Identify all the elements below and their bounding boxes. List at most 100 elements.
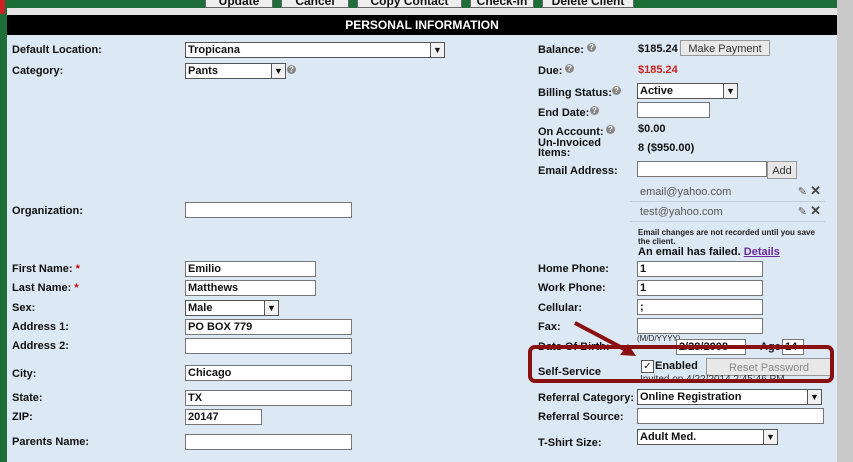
referral-category-value: Online Registration	[640, 391, 742, 403]
referral-source-input[interactable]	[637, 408, 824, 424]
address2-input[interactable]	[185, 338, 352, 354]
category-select[interactable]: Pants ▼	[185, 63, 286, 79]
first-name-label: First Name: *	[12, 263, 80, 275]
zip-label: ZIP:	[12, 411, 33, 423]
dob-hint: (M/D/YYYY)	[637, 334, 681, 343]
email-note-line2: the client.	[638, 237, 676, 246]
home-phone-input[interactable]: 1	[637, 261, 763, 277]
sex-select[interactable]: Male ▼	[185, 300, 279, 316]
question-circle-icon[interactable]: ?	[587, 43, 596, 52]
make-payment-button[interactable]: Make Payment	[680, 40, 770, 56]
on-account-value: $0.00	[638, 123, 666, 135]
close-icon[interactable]: ✕	[810, 183, 821, 199]
work-phone-label: Work Phone:	[538, 282, 606, 294]
balance-label: Balance:	[538, 44, 584, 56]
home-phone-label: Home Phone:	[538, 263, 609, 275]
red-marker	[0, 0, 5, 14]
category-value: Pants	[188, 65, 218, 77]
uninvoiced-label-line2: Items:	[538, 147, 571, 159]
tshirt-size-label: T-Shirt Size:	[538, 437, 602, 449]
uninvoiced-label: Un-Invoiced Items:	[538, 138, 601, 159]
email-failed-message: An email has failed. Details	[638, 246, 780, 258]
email-failed-text: An email has failed.	[638, 246, 741, 258]
cellular-input[interactable]: ;	[637, 299, 763, 315]
billing-status-select[interactable]: Active ▼	[637, 83, 738, 99]
referral-source-label: Referral Source:	[538, 411, 624, 423]
add-email-button[interactable]: Add	[767, 161, 797, 179]
sex-label: Sex:	[12, 302, 36, 314]
due-value: $185.24	[638, 64, 678, 76]
chevron-down-icon: ▼	[430, 43, 444, 57]
first-name-input[interactable]: Emilio	[185, 261, 316, 277]
parents-name-label: Parents Name:	[12, 436, 90, 448]
work-phone-input[interactable]: 1	[637, 280, 763, 296]
cellular-label: Cellular:	[538, 302, 583, 314]
due-label: Due:	[538, 65, 563, 77]
required-mark: *	[75, 263, 80, 275]
city-label: City:	[12, 368, 37, 380]
email-list-item: test@yahoo.com ✎ ✕	[630, 203, 825, 222]
billing-status-value: Active	[640, 85, 674, 97]
email-address-label: Email Address:	[538, 165, 618, 177]
arrow-annotation	[574, 321, 636, 356]
referral-category-select[interactable]: Online Registration ▼	[637, 389, 822, 405]
state-label: State:	[12, 392, 43, 404]
question-circle-icon[interactable]: ?	[590, 106, 599, 115]
fax-label: Fax:	[538, 321, 561, 333]
last-name-label-text: Last Name:	[12, 282, 72, 294]
right-scroll-area	[837, 0, 853, 462]
referral-category-label: Referral Category:	[538, 392, 634, 404]
email-note: Email changes are not recorded until you…	[638, 228, 815, 246]
email-address-input[interactable]	[637, 161, 767, 177]
chevron-down-icon: ▼	[264, 301, 278, 315]
city-input[interactable]: Chicago	[185, 365, 352, 381]
left-edge-strip	[0, 0, 7, 462]
email-text: test@yahoo.com	[640, 206, 723, 218]
section-header: PERSONAL INFORMATION	[7, 15, 837, 35]
copy-contact-button[interactable]: Copy Contact	[357, 0, 462, 8]
email-text: email@yahoo.com	[640, 186, 732, 198]
end-date-input[interactable]	[637, 102, 710, 118]
zip-input[interactable]: 20147	[185, 409, 262, 425]
update-button[interactable]: Update	[205, 0, 273, 8]
question-circle-icon[interactable]: ?	[606, 125, 615, 134]
balance-value: $185.24	[638, 43, 678, 55]
chevron-down-icon: ▼	[271, 64, 285, 78]
fax-input[interactable]	[637, 318, 763, 334]
delete-client-button[interactable]: Delete Client	[542, 0, 634, 8]
question-circle-icon[interactable]: ?	[612, 86, 621, 95]
address2-label: Address 2:	[12, 340, 69, 352]
uninvoiced-value: 8 ($950.00)	[638, 142, 695, 154]
default-location-select[interactable]: Tropicana ▼	[185, 42, 445, 58]
address1-input[interactable]: PO BOX 779	[185, 319, 352, 335]
default-location-value: Tropicana	[188, 44, 240, 56]
last-name-input[interactable]: Matthews	[185, 280, 316, 296]
state-input[interactable]: TX	[185, 390, 352, 406]
tshirt-size-value: Adult Med.	[640, 431, 697, 443]
address1-label: Address 1:	[12, 321, 69, 333]
end-date-label: End Date:	[538, 107, 590, 119]
default-location-label: Default Location:	[12, 44, 102, 56]
billing-status-label: Billing Status:	[538, 87, 612, 99]
chevron-down-icon: ▼	[723, 84, 737, 98]
last-name-label: Last Name: *	[12, 282, 79, 294]
cancel-button[interactable]: Cancel	[281, 0, 349, 8]
chevron-down-icon: ▼	[763, 430, 777, 444]
parents-name-input[interactable]	[185, 434, 352, 450]
check-in-button[interactable]: Check-In	[470, 0, 534, 8]
question-circle-icon[interactable]: ?	[565, 64, 574, 73]
organization-label: Organization:	[12, 205, 83, 217]
email-note-line1: Email changes are not recorded until you…	[638, 228, 815, 237]
required-mark: *	[74, 282, 79, 294]
tshirt-size-select[interactable]: Adult Med. ▼	[637, 429, 778, 445]
sex-value: Male	[188, 302, 213, 314]
pencil-icon[interactable]: ✎	[798, 185, 807, 198]
first-name-label-text: First Name:	[12, 263, 73, 275]
category-label: Category:	[12, 65, 64, 77]
chevron-down-icon: ▼	[807, 390, 821, 404]
organization-input[interactable]	[185, 202, 352, 218]
question-circle-icon[interactable]: ?	[287, 65, 296, 74]
details-link[interactable]: Details	[744, 246, 780, 258]
pencil-icon[interactable]: ✎	[798, 205, 807, 218]
close-icon[interactable]: ✕	[810, 203, 821, 219]
